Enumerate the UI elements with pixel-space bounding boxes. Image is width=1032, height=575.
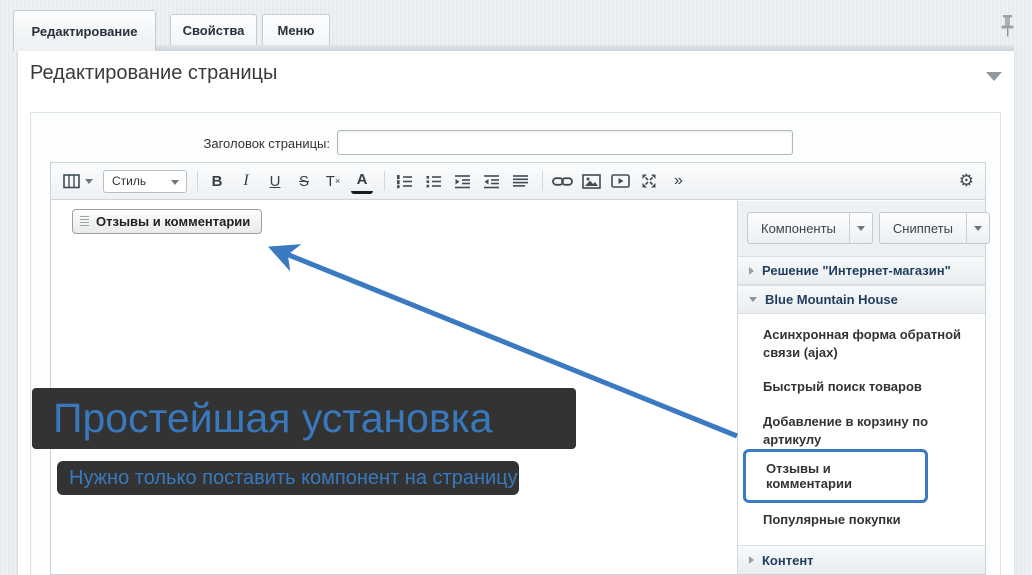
ordered-list-icon: [396, 174, 413, 189]
section-internet-shop[interactable]: Решение "Интернет-магазин": [738, 256, 985, 285]
component-list: Асинхронная форма обратной связи (ajax) …: [738, 314, 985, 546]
insert-image-button[interactable]: [580, 168, 602, 194]
more-tools-button[interactable]: »: [667, 168, 689, 194]
tab-editing[interactable]: Редактирование: [13, 10, 156, 51]
insert-video-button[interactable]: [609, 168, 631, 194]
components-dropdown-arrow[interactable]: [849, 213, 872, 243]
insert-link-button[interactable]: [551, 168, 573, 194]
section-internet-shop-label: Решение "Интернет-магазин": [762, 263, 951, 278]
list-item-quick-search[interactable]: Быстрый поиск товаров: [763, 378, 967, 396]
justify-icon: [512, 174, 529, 189]
tab-menu-label: Меню: [277, 23, 314, 38]
ordered-list-button[interactable]: [393, 168, 415, 194]
strikethrough-button[interactable]: S: [293, 168, 315, 194]
toolbar-separator: [542, 171, 543, 191]
outdent-button[interactable]: [480, 168, 502, 194]
components-button[interactable]: Компоненты: [747, 212, 873, 244]
style-select-caret: [171, 180, 179, 185]
remove-format-t: T: [326, 173, 335, 190]
pin-icon[interactable]: [999, 14, 1016, 40]
tab-menu[interactable]: Меню: [262, 14, 330, 45]
chevron-right-icon: [749, 556, 754, 564]
sidebar-buttons-row: Компоненты Сниппеты: [747, 212, 990, 244]
list-item-reviews-highlighted[interactable]: Отзывы и комментарии: [743, 449, 928, 503]
snippets-button[interactable]: Сниппеты: [879, 212, 990, 244]
promo-headline-banner: Простейшая установка: [32, 388, 576, 449]
layout-table-button[interactable]: [61, 168, 83, 194]
promo-subheadline-text: Нужно только поставить компонент на стра…: [69, 467, 518, 490]
indent-button[interactable]: [451, 168, 473, 194]
bullet-list-icon: [425, 174, 442, 189]
layout-dropdown-caret[interactable]: [85, 179, 93, 184]
tabbar-bottom-band: [13, 45, 1014, 51]
gear-icon[interactable]: ⚙: [959, 172, 974, 190]
toolbar-separator: [197, 171, 198, 191]
tab-properties[interactable]: Свойства: [170, 14, 257, 45]
remove-format-x: ×: [335, 176, 340, 186]
page-heading-label: Заголовок страницы:: [130, 136, 330, 151]
bullet-list-button[interactable]: [422, 168, 444, 194]
placed-component-label: Отзывы и комментарии: [96, 214, 250, 229]
style-select-value: Стиль: [112, 174, 146, 188]
chevron-down-icon: [857, 226, 865, 231]
page-heading-input[interactable]: [337, 130, 793, 155]
section-content[interactable]: Контент: [738, 545, 985, 574]
indent-icon: [454, 174, 471, 189]
tab-editing-label: Редактирование: [32, 24, 138, 39]
remove-format-button[interactable]: T×: [322, 168, 344, 194]
video-icon: [611, 174, 630, 188]
outdent-icon: [483, 174, 500, 189]
components-button-label: Компоненты: [748, 213, 849, 243]
snippets-dropdown-arrow[interactable]: [966, 213, 989, 243]
list-item-popular-purchases[interactable]: Популярные покупки: [763, 511, 967, 529]
section-blue-mountain-house-label: Blue Mountain House: [765, 292, 898, 307]
chevron-down-icon: [974, 226, 982, 231]
fullscreen-button[interactable]: [638, 168, 660, 194]
underline-button[interactable]: U: [264, 168, 286, 194]
tab-properties-label: Свойства: [183, 23, 245, 38]
drag-handle-icon[interactable]: [80, 216, 89, 227]
page-title: Редактирование страницы: [30, 62, 277, 85]
placed-component-button[interactable]: Отзывы и комментарии: [72, 209, 262, 234]
fullscreen-icon: [641, 173, 657, 189]
chevron-down-icon: [749, 297, 757, 302]
visual-editor: Стиль B I U S T× A: [50, 162, 986, 575]
toolbar-separator: [384, 171, 385, 191]
components-sidebar: Компоненты Сниппеты Решение "Интернет-ма…: [737, 201, 985, 574]
collapse-section-icon[interactable]: [986, 72, 1002, 81]
layout-columns-icon: [63, 174, 81, 189]
snippets-button-label: Сниппеты: [880, 213, 966, 243]
list-item-ajax-form[interactable]: Асинхронная форма обратной связи (ajax): [763, 326, 967, 362]
section-content-label: Контент: [762, 553, 814, 568]
chevron-right-icon: [749, 267, 754, 275]
italic-button[interactable]: I: [235, 168, 257, 194]
list-item-add-to-cart[interactable]: Добавление в корзину по артикулу: [763, 413, 967, 449]
section-blue-mountain-house[interactable]: Blue Mountain House: [738, 285, 985, 314]
promo-subheadline-banner: Нужно только поставить компонент на стра…: [57, 461, 519, 495]
link-icon: [552, 175, 573, 188]
editor-toolbar: Стиль B I U S T× A: [51, 163, 985, 200]
promo-headline-text: Простейшая установка: [53, 395, 492, 442]
image-icon: [582, 174, 601, 189]
justify-button[interactable]: [509, 168, 531, 194]
style-select[interactable]: Стиль: [103, 170, 187, 193]
bold-button[interactable]: B: [206, 168, 228, 194]
text-color-button[interactable]: A: [351, 168, 373, 194]
